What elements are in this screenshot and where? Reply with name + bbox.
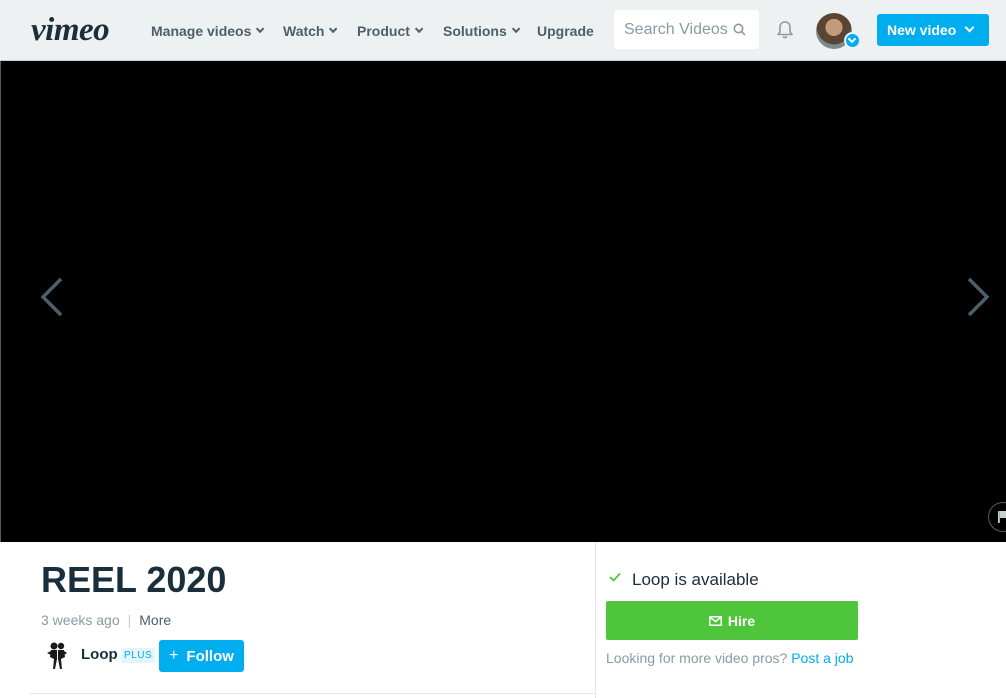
nav-upgrade-label: Upgrade [537, 22, 594, 39]
hire-label: Hire [727, 612, 756, 629]
owner-avatar-icon[interactable] [44, 641, 70, 671]
notifications-bell-icon[interactable] [776, 20, 794, 40]
new-video-label: New video [887, 22, 957, 38]
new-video-button[interactable]: New video [877, 14, 989, 46]
nav-product-label: Product [357, 22, 410, 39]
nav-manage-videos-label: Manage videos [151, 22, 252, 39]
next-video-arrow-icon[interactable] [963, 275, 993, 319]
video-title: REEL 2020 [41, 559, 227, 600]
nav-solutions[interactable]: Solutions [443, 0, 521, 61]
column-divider [595, 542, 596, 698]
chevron-down-icon [511, 24, 521, 33]
chevron-down-icon [964, 22, 975, 33]
posted-time: 3 weeks ago [41, 612, 120, 628]
chevron-down-icon [329, 24, 338, 33]
plus-icon: + [169, 647, 179, 664]
post-a-job-link[interactable]: Post a job [791, 650, 853, 666]
envelope-icon [708, 615, 722, 626]
search-icon[interactable] [733, 23, 746, 36]
more-pros-label: Looking for more video pros? [606, 650, 788, 666]
nav-manage-videos[interactable]: Manage videos [151, 0, 265, 61]
flag-icon [998, 511, 1006, 523]
more-pros-text: Looking for more video pros? Post a job [606, 650, 853, 666]
search-input[interactable] [624, 10, 734, 49]
chevron-down-icon [414, 24, 424, 33]
nav-watch-label: Watch [283, 22, 325, 39]
plus-badge: PLUS [121, 648, 156, 663]
checkmark-icon [609, 572, 621, 582]
nav-upgrade[interactable]: Upgrade [537, 0, 594, 61]
nav-product[interactable]: Product [357, 0, 424, 61]
nav-solutions-label: Solutions [443, 22, 507, 39]
more-link[interactable]: More [139, 612, 171, 628]
vimeo-logo[interactable]: vimeo [31, 12, 110, 49]
follow-button[interactable]: + Follow [159, 640, 244, 672]
owner-name-link[interactable]: Loop [81, 646, 118, 663]
video-meta: 3 weeks ago | More [41, 612, 171, 628]
chevron-down-icon [256, 24, 265, 33]
top-navigation-bar: vimeo Manage videos Watch Product Soluti… [0, 0, 1006, 61]
account-menu-badge-icon[interactable] [844, 32, 861, 49]
report-flag-button[interactable] [988, 502, 1006, 532]
availability-status: Loop is available [632, 570, 759, 589]
meta-separator: | [127, 612, 132, 628]
previous-video-arrow-icon[interactable] [37, 275, 67, 319]
section-divider [30, 693, 595, 694]
hire-button[interactable]: Hire [606, 601, 858, 640]
follow-label: Follow [186, 647, 234, 665]
video-player[interactable] [0, 61, 1006, 542]
nav-watch[interactable]: Watch [283, 0, 338, 61]
search-box [614, 10, 759, 49]
